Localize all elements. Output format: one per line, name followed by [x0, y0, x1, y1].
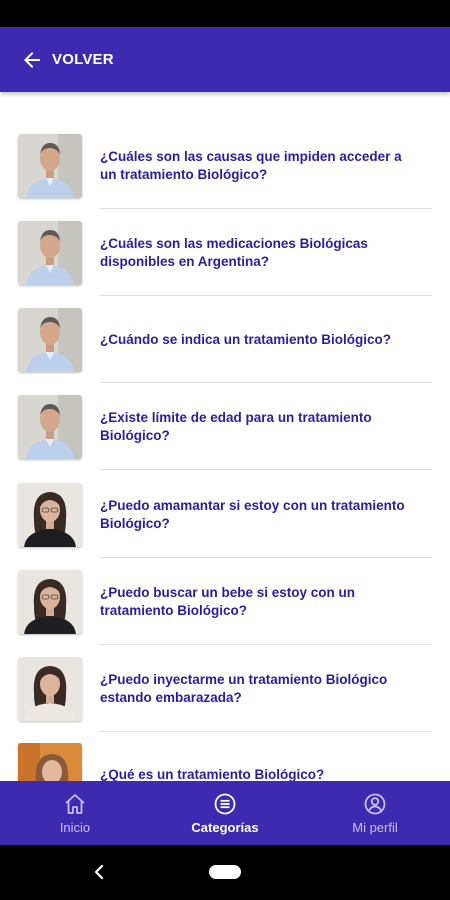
nav-categorias-label: Categorías [191, 819, 259, 835]
list-item[interactable]: ¿Cuáles son las causas que impiden acced… [0, 134, 450, 222]
question-text[interactable]: ¿Qué es un tratamiento Biológico? [100, 743, 418, 781]
video-thumbnail[interactable] [18, 395, 82, 459]
question-text[interactable]: ¿Cuáles son las medicaciones Biológicas … [100, 221, 418, 285]
system-navigation-bar [0, 845, 450, 900]
list-item[interactable]: ¿Cuáles son las medicaciones Biológicas … [0, 221, 450, 309]
divider [100, 295, 432, 296]
video-thumbnail[interactable] [18, 570, 82, 634]
question-text[interactable]: ¿Puedo amamantar si estoy con un tratami… [100, 483, 418, 547]
back-label: VOLVER [52, 51, 114, 68]
video-thumbnail[interactable] [18, 483, 82, 547]
list-item[interactable]: ¿Puedo buscar un bebe si estoy con un tr… [0, 570, 450, 658]
app-bar: VOLVER [0, 27, 450, 92]
home-icon [65, 793, 85, 814]
video-thumbnail[interactable] [18, 308, 82, 372]
status-bar [0, 0, 450, 27]
nav-categorias[interactable]: Categorías [150, 781, 300, 845]
question-text[interactable]: ¿Cuándo se indica un tratamiento Biológi… [100, 308, 418, 372]
divider [100, 557, 432, 558]
system-home-pill[interactable] [209, 865, 241, 879]
divider [100, 382, 432, 383]
video-thumbnail[interactable] [18, 657, 82, 721]
list-item[interactable]: ¿Cuándo se indica un tratamiento Biológi… [0, 308, 450, 396]
nav-perfil[interactable]: Mi perfil [300, 781, 450, 845]
arrow-left-icon [24, 51, 40, 68]
nav-perfil-label: Mi perfil [352, 819, 398, 835]
bottom-nav: Inicio Categorías Mi perfil [0, 781, 450, 845]
list-icon [214, 793, 236, 814]
question-text[interactable]: ¿Puedo inyectarme un tratamiento Biológi… [100, 657, 418, 721]
list-item[interactable]: ¿Puedo amamantar si estoy con un tratami… [0, 483, 450, 571]
list-item[interactable]: ¿Qué es un tratamiento Biológico? [0, 743, 450, 781]
list-item[interactable]: ¿Existe límite de edad para un tratamien… [0, 395, 450, 483]
nav-inicio-label: Inicio [59, 819, 91, 835]
question-text[interactable]: ¿Puedo buscar un bebe si estoy con un tr… [100, 570, 418, 634]
system-back-icon[interactable] [92, 863, 106, 881]
question-text[interactable]: ¿Cuáles son las causas que impiden acced… [100, 134, 418, 198]
divider [100, 208, 432, 209]
divider [100, 731, 432, 732]
nav-inicio[interactable]: Inicio [0, 781, 150, 845]
video-thumbnail[interactable] [18, 134, 82, 198]
list-item[interactable]: ¿Puedo inyectarme un tratamiento Biológi… [0, 657, 450, 745]
back-button[interactable]: VOLVER [20, 48, 114, 72]
video-thumbnail[interactable] [18, 743, 82, 781]
question-text[interactable]: ¿Existe límite de edad para un tratamien… [100, 395, 418, 459]
video-thumbnail[interactable] [18, 221, 82, 285]
video-question-list[interactable]: ¿Cuáles son las causas que impiden acced… [0, 92, 450, 781]
divider [100, 644, 432, 645]
user-circle-icon [364, 793, 386, 814]
divider [100, 469, 432, 470]
